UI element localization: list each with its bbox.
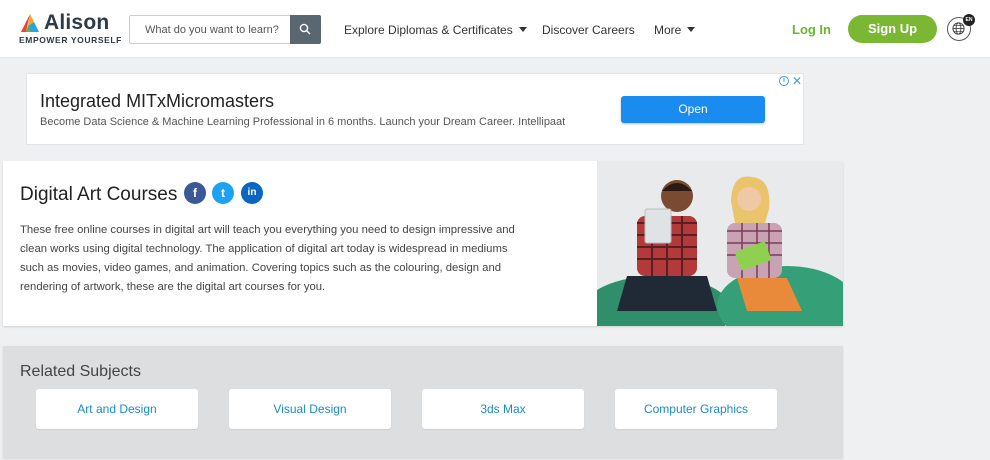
subject-computer-graphics[interactable]: Computer Graphics	[615, 389, 777, 429]
nav-explore-diplomas[interactable]: Explore Diplomas & Certificates	[344, 23, 527, 37]
globe-icon	[952, 22, 965, 35]
search-icon	[299, 23, 311, 35]
ad-title[interactable]: Integrated MITxMicromasters	[40, 91, 274, 112]
subject-visual-design[interactable]: Visual Design	[229, 389, 391, 429]
search-input[interactable]	[130, 16, 291, 43]
ad-info-icon[interactable]: i	[779, 76, 789, 86]
chevron-down-icon	[687, 27, 696, 32]
search-box	[129, 15, 321, 44]
search-button[interactable]	[290, 15, 321, 44]
category-description: These free online courses in digital art…	[20, 224, 515, 293]
ad-close-icon[interactable]: ✕	[792, 74, 802, 88]
nav-discover-careers[interactable]: Discover Careers	[542, 23, 635, 37]
linkedin-share-icon[interactable]: in	[241, 182, 263, 204]
category-hero: Digital Art Courses f t in These free on…	[3, 161, 843, 326]
language-badge: EN	[963, 14, 975, 26]
subject-art-and-design[interactable]: Art and Design	[36, 389, 198, 429]
brand-name: Alison	[44, 11, 110, 34]
students-illustration	[597, 161, 843, 326]
alison-logo-icon	[21, 14, 39, 32]
brand-tagline: EMPOWER YOURSELF	[19, 35, 122, 45]
chevron-down-icon	[518, 27, 527, 32]
related-subjects-title: Related Subjects	[20, 363, 141, 380]
subject-3ds-max[interactable]: 3ds Max	[422, 389, 584, 429]
facebook-share-icon[interactable]: f	[184, 182, 206, 204]
alison-logo[interactable]: Alison EMPOWER YOURSELF	[19, 11, 122, 47]
related-subjects-panel: Related Subjects Art and Design Visual D…	[3, 346, 843, 458]
site-header: Alison EMPOWER YOURSELF Explore Diplomas…	[0, 0, 990, 58]
ad-open-button[interactable]: Open	[621, 96, 765, 123]
login-link[interactable]: Log In	[792, 22, 831, 37]
signup-button[interactable]: Sign Up	[848, 15, 937, 43]
language-selector[interactable]: EN	[947, 14, 975, 41]
hero-image	[597, 161, 843, 326]
nav-more[interactable]: More	[654, 23, 696, 37]
nav-more-label: More	[654, 23, 682, 37]
page-title: Digital Art Courses	[20, 184, 178, 205]
ad-banner[interactable]: Integrated MITxMicromasters Become Data …	[26, 73, 804, 145]
nav-discover-careers-label: Discover Careers	[542, 23, 635, 37]
ad-subtitle: Become Data Science & Machine Learning P…	[40, 116, 566, 128]
nav-explore-diplomas-label: Explore Diplomas & Certificates	[344, 23, 513, 37]
twitter-share-icon[interactable]: t	[212, 182, 234, 204]
